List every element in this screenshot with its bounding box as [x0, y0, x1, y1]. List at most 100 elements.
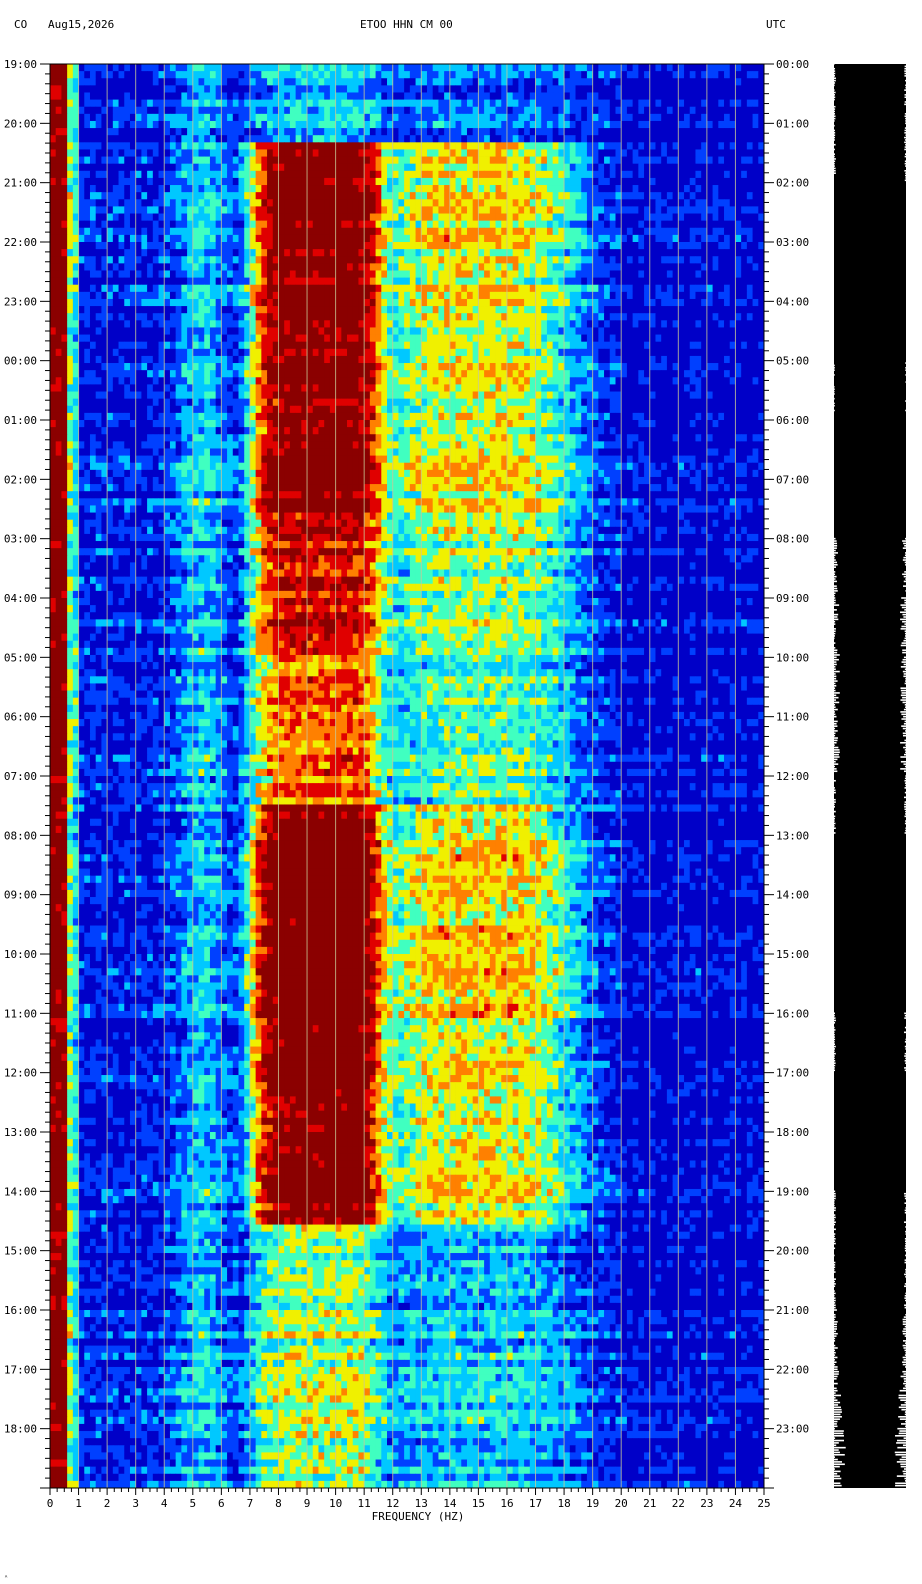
heatmap-cell	[667, 221, 673, 229]
heatmap-cell	[404, 128, 410, 136]
heatmap-cell	[718, 142, 724, 150]
heatmap-cell	[79, 78, 85, 86]
heatmap-cell	[364, 114, 370, 122]
heatmap-cell	[101, 221, 107, 229]
heatmap-cell	[398, 142, 404, 150]
heatmap-cell	[341, 78, 347, 86]
heatmap-cell	[581, 78, 587, 86]
heatmap-cell	[210, 171, 216, 179]
heatmap-cell	[673, 199, 679, 207]
heatmap-cell	[461, 64, 467, 72]
heatmap-cell	[284, 164, 290, 172]
heatmap-cell	[341, 171, 347, 179]
heatmap-cell	[73, 178, 79, 186]
heatmap-cell	[576, 78, 582, 86]
heatmap-cell	[358, 185, 364, 193]
heatmap-cell	[296, 192, 302, 200]
heatmap-cell	[170, 192, 176, 200]
heatmap-cell	[141, 157, 147, 165]
heatmap-cell	[278, 121, 284, 129]
heatmap-cell	[381, 71, 387, 79]
heatmap-cell	[655, 206, 661, 214]
heatmap-cell	[524, 100, 530, 108]
heatmap-cell	[84, 199, 90, 207]
heatmap-cell	[67, 228, 73, 236]
heatmap-cell	[67, 206, 73, 214]
heatmap-cell	[735, 214, 741, 222]
heatmap-cell	[730, 192, 736, 200]
heatmap-cell	[610, 121, 616, 129]
heatmap-cell	[227, 128, 233, 136]
heatmap-cell	[604, 206, 610, 214]
heatmap-cell	[84, 64, 90, 72]
heatmap-cell	[90, 157, 96, 165]
heatmap-cell	[313, 157, 319, 165]
heatmap-cell	[79, 85, 85, 93]
heatmap-cell	[701, 206, 707, 214]
heatmap-cell	[707, 192, 713, 200]
heatmap-cell	[324, 149, 330, 157]
heatmap-cell	[444, 100, 450, 108]
heatmap-cell	[627, 149, 633, 157]
heatmap-cell	[261, 221, 267, 229]
heatmap-cell	[56, 142, 62, 150]
heatmap-cell	[67, 199, 73, 207]
heatmap-cell	[695, 157, 701, 165]
heatmap-cell	[290, 214, 296, 222]
heatmap-cell	[341, 142, 347, 150]
heatmap-cell	[250, 78, 256, 86]
heatmap-cell	[707, 171, 713, 179]
heatmap-cell	[661, 157, 667, 165]
heatmap-cell	[684, 171, 690, 179]
heatmap-cell	[90, 92, 96, 100]
heatmap-cell	[473, 206, 479, 214]
heatmap-cell	[530, 199, 536, 207]
heatmap-cell	[690, 171, 696, 179]
heatmap-cell	[376, 192, 382, 200]
heatmap-cell	[604, 221, 610, 229]
heatmap-cell	[427, 135, 433, 143]
heatmap-cell	[221, 178, 227, 186]
heatmap-cell	[244, 171, 250, 179]
heatmap-cell	[610, 142, 616, 150]
heatmap-cell	[318, 64, 324, 72]
heatmap-cell	[159, 85, 165, 93]
heatmap-cell	[484, 171, 490, 179]
heatmap-cell	[336, 164, 342, 172]
heatmap-cell	[473, 199, 479, 207]
heatmap-cell	[501, 85, 507, 93]
heatmap-cell	[290, 64, 296, 72]
heatmap-cell	[216, 135, 222, 143]
heatmap-cell	[147, 206, 153, 214]
heatmap-cell	[501, 199, 507, 207]
heatmap-cell	[661, 192, 667, 200]
heatmap-cell	[610, 85, 616, 93]
heatmap-cell	[307, 128, 313, 136]
heatmap-cell	[741, 149, 747, 157]
heatmap-cell	[615, 142, 621, 150]
heatmap-cell	[256, 128, 262, 136]
heatmap-cell	[398, 121, 404, 129]
heatmap-cell	[421, 78, 427, 86]
heatmap-cell	[216, 142, 222, 150]
heatmap-cell	[147, 78, 153, 86]
heatmap-cell	[239, 164, 245, 172]
heatmap-cell	[347, 71, 353, 79]
heatmap-cell	[416, 121, 422, 129]
heatmap-cell	[336, 85, 342, 93]
heatmap-cell	[690, 92, 696, 100]
heatmap-cell	[267, 128, 273, 136]
heatmap-cell	[518, 135, 524, 143]
heatmap-cell	[159, 135, 165, 143]
heatmap-cell	[644, 121, 650, 129]
heatmap-cell	[450, 142, 456, 150]
heatmap-cell	[387, 214, 393, 222]
heatmap-cell	[501, 135, 507, 143]
heatmap-cell	[735, 142, 741, 150]
heatmap-cell	[473, 71, 479, 79]
heatmap-cell	[718, 221, 724, 229]
heatmap-cell	[484, 121, 490, 129]
heatmap-cell	[244, 192, 250, 200]
heatmap-cell	[187, 171, 193, 179]
heatmap-cell	[427, 71, 433, 79]
